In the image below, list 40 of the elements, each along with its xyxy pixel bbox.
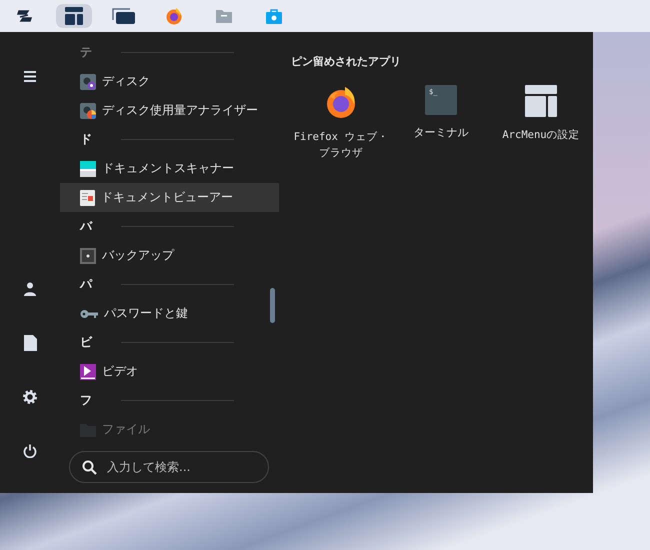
section-letter: ビ	[80, 334, 94, 351]
search-input[interactable]: 入力して検索...	[105, 459, 256, 475]
folder-icon	[215, 8, 233, 24]
scanner-icon	[80, 160, 96, 176]
disk-chart-icon	[80, 102, 96, 118]
search-field[interactable]: 入力して検索...	[69, 451, 269, 483]
document-icon	[24, 335, 36, 351]
app-list-item[interactable]: ディスク	[60, 67, 279, 96]
power-icon	[23, 444, 37, 458]
app-list-item[interactable]: ファイル	[60, 415, 279, 441]
app-list-item[interactable]: ビデオ	[60, 357, 279, 386]
app-list-item[interactable]: ドキュメントスキャナー	[60, 154, 279, 183]
section-letter: フ	[80, 392, 93, 409]
settings-icon	[22, 389, 38, 405]
app-menu-button[interactable]	[56, 4, 92, 28]
section-letter: バ	[80, 218, 94, 235]
logo-icon	[16, 9, 32, 23]
document-icon	[80, 190, 95, 206]
pinned-app[interactable]: Firefox ウェブ・ブラウザ	[291, 81, 391, 165]
section-letter: パ	[80, 276, 94, 293]
video-player-icon	[80, 364, 96, 380]
user-icon	[23, 282, 37, 296]
windows-icon	[112, 7, 136, 25]
browser-icon	[165, 7, 183, 25]
layout-icon	[525, 85, 557, 117]
safe-icon	[80, 248, 96, 264]
section-title: ピン留めされたアプリ	[291, 54, 402, 69]
scrollbar-thumb[interactable]	[270, 288, 275, 323]
app-list-item[interactable]: バックアップ	[60, 241, 279, 270]
pinned-app[interactable]: ArcMenuの設定	[491, 81, 591, 165]
key-icon	[80, 308, 98, 318]
browser-icon	[324, 85, 358, 119]
menu-icon	[24, 70, 36, 82]
search-icon	[82, 460, 97, 474]
app-list-item[interactable]: ドキュメントビューアー	[60, 183, 279, 212]
section-letter: ド	[80, 131, 93, 148]
section-letter: テ	[80, 44, 93, 61]
layout-icon	[64, 6, 84, 26]
shopping-bag-icon	[265, 8, 283, 24]
app-list-item[interactable]: ディスク使用量アナライザー	[60, 96, 279, 125]
